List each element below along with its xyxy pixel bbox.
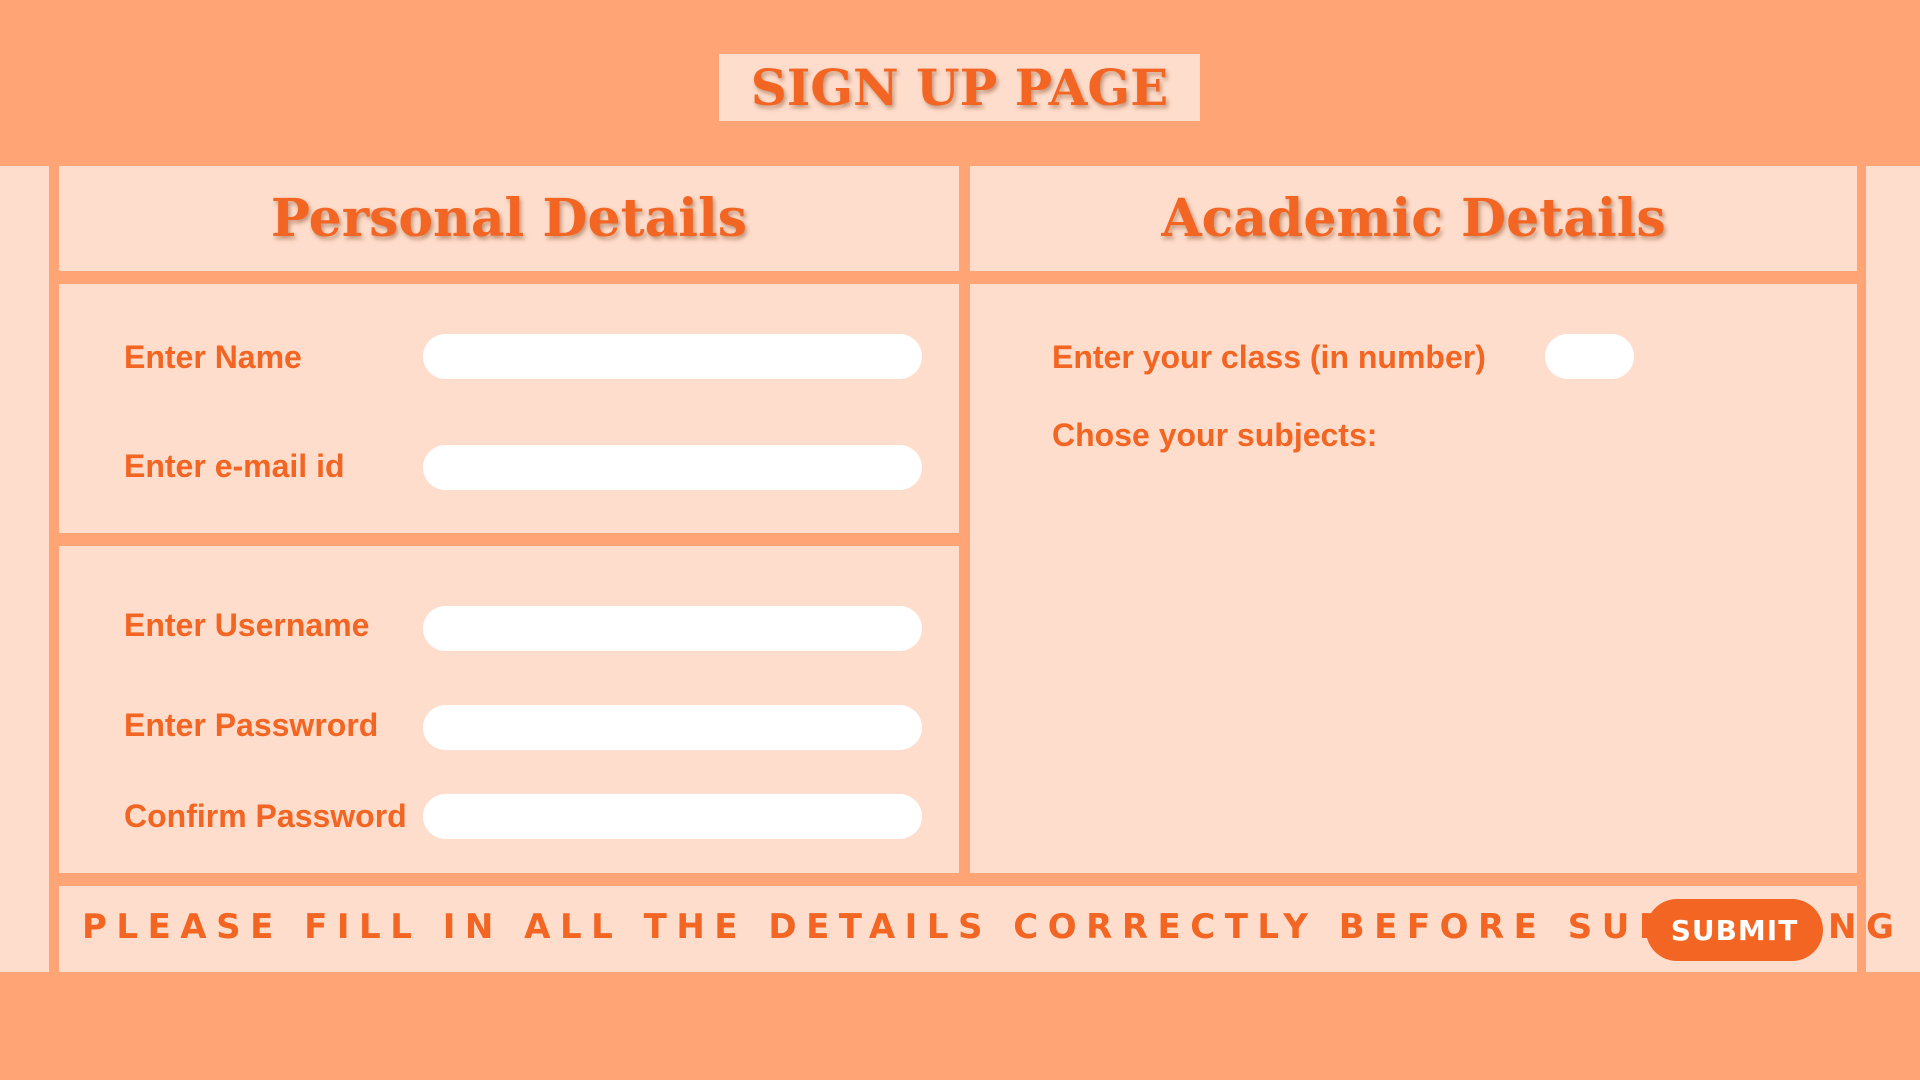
- fill-details-notice: PLEASE FILL IN ALL THE DETAILS CORRECTLY…: [82, 907, 1904, 947]
- page-title-box: SIGN UP PAGE: [719, 54, 1200, 121]
- submit-button[interactable]: SUBMIT: [1646, 899, 1823, 961]
- academic-details-header: Academic Details: [970, 166, 1857, 271]
- page-title: SIGN UP PAGE: [750, 58, 1169, 117]
- password-label: Enter Passwrord: [124, 707, 379, 743]
- name-label: Enter Name: [124, 339, 302, 375]
- left-side-strip: [0, 166, 49, 972]
- personal-details-heading: Personal Details: [270, 188, 748, 249]
- username-label: Enter Username: [124, 607, 370, 643]
- account-details-panel: Enter Username Enter Passwrord Confirm P…: [59, 546, 959, 873]
- academic-details-panel: Enter your class (in number) Chose your …: [970, 284, 1857, 873]
- username-input[interactable]: [423, 606, 922, 651]
- password-input[interactable]: [423, 705, 922, 750]
- class-input[interactable]: [1545, 334, 1634, 379]
- contact-details-panel: Enter Name Enter e-mail id: [59, 284, 959, 533]
- footer-bar: PLEASE FILL IN ALL THE DETAILS CORRECTLY…: [59, 886, 1894, 972]
- confirm-password-label: Confirm Password: [124, 798, 407, 834]
- email-input[interactable]: [423, 445, 922, 490]
- personal-details-header: Personal Details: [59, 166, 959, 271]
- right-side-strip: [1866, 166, 1920, 972]
- class-label: Enter your class (in number): [1052, 339, 1486, 375]
- name-input[interactable]: [423, 334, 922, 379]
- subjects-label: Chose your subjects:: [1052, 417, 1378, 453]
- academic-details-heading: Academic Details: [1161, 188, 1666, 249]
- confirm-password-input[interactable]: [423, 794, 922, 839]
- email-label: Enter e-mail id: [124, 448, 345, 484]
